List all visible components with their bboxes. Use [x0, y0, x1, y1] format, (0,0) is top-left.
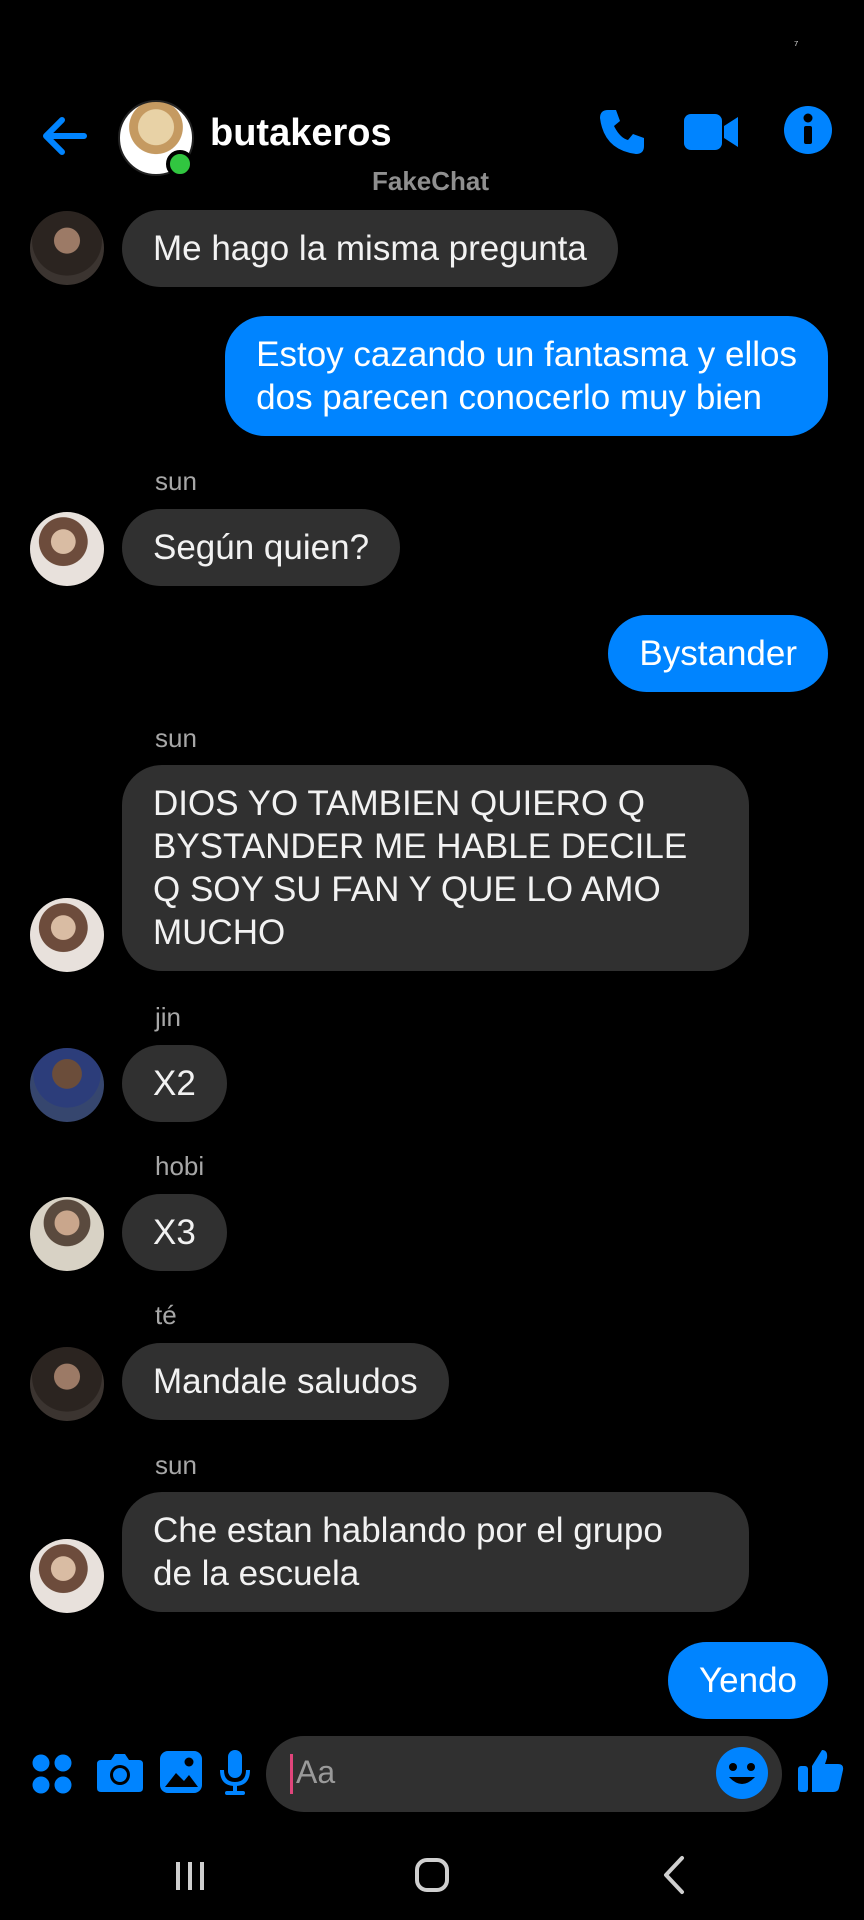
message-input-placeholder: Aa: [296, 1754, 336, 1790]
sender-name: jin: [155, 1002, 182, 1032]
avatar[interactable]: [30, 512, 104, 586]
message-bubble[interactable]: Me hago la misma pregunta: [122, 210, 618, 287]
thumbs-up-icon[interactable]: [796, 1746, 846, 1796]
chat-header: butakeros FakeChat: [0, 90, 864, 220]
avatar[interactable]: [30, 1539, 104, 1613]
chat-title[interactable]: butakeros: [210, 112, 392, 155]
video-camera-icon[interactable]: [682, 104, 740, 160]
message-bubble[interactable]: Bystander: [608, 615, 828, 692]
home-icon[interactable]: [402, 1850, 462, 1900]
message-bubble[interactable]: Estoy cazando un fantasma y ellos dos pa…: [225, 316, 828, 436]
sender-name: té: [155, 1300, 177, 1330]
message-bubble[interactable]: Che estan hablando por el grupo de la es…: [122, 1492, 749, 1612]
avatar[interactable]: [30, 1048, 104, 1122]
online-status-dot: [166, 150, 194, 178]
message-bubble[interactable]: Yendo: [668, 1642, 828, 1719]
sender-name: sun: [155, 466, 197, 496]
message-input[interactable]: Aa: [266, 1736, 782, 1812]
back-arrow-icon[interactable]: [36, 108, 92, 164]
text-caret: [290, 1754, 293, 1794]
chat-screen: ⁷ butakeros FakeChat Me hago la misma pr…: [0, 0, 864, 1920]
message-bubble[interactable]: Según quien?: [122, 509, 401, 586]
microphone-icon[interactable]: [218, 1748, 252, 1798]
sender-name: sun: [155, 723, 197, 753]
avatar[interactable]: [30, 211, 104, 285]
gallery-icon[interactable]: [158, 1749, 204, 1795]
back-icon[interactable]: [644, 1850, 704, 1900]
status-glyph: ⁷: [794, 38, 799, 52]
sender-name: hobi: [155, 1151, 205, 1181]
avatar[interactable]: [30, 898, 104, 972]
info-icon[interactable]: [782, 104, 834, 156]
recents-icon[interactable]: [160, 1850, 220, 1900]
sender-name: sun: [155, 1450, 197, 1480]
camera-icon[interactable]: [95, 1750, 145, 1794]
avatar[interactable]: [30, 1197, 104, 1271]
phone-icon[interactable]: [594, 104, 650, 160]
emoji-icon[interactable]: [714, 1745, 770, 1801]
system-nav-bar: [0, 1830, 864, 1920]
apps-grid-icon[interactable]: [30, 1752, 74, 1796]
message-bubble[interactable]: X2: [122, 1045, 227, 1122]
fakechat-watermark: FakeChat: [372, 166, 490, 196]
message-bubble[interactable]: Mandale saludos: [122, 1343, 449, 1420]
message-composer: Aa: [0, 1730, 864, 1820]
message-bubble[interactable]: X3: [122, 1194, 227, 1271]
avatar[interactable]: [30, 1347, 104, 1421]
message-bubble[interactable]: DIOS YO TAMBIEN QUIERO Q BYSTANDER ME HA…: [122, 765, 749, 971]
